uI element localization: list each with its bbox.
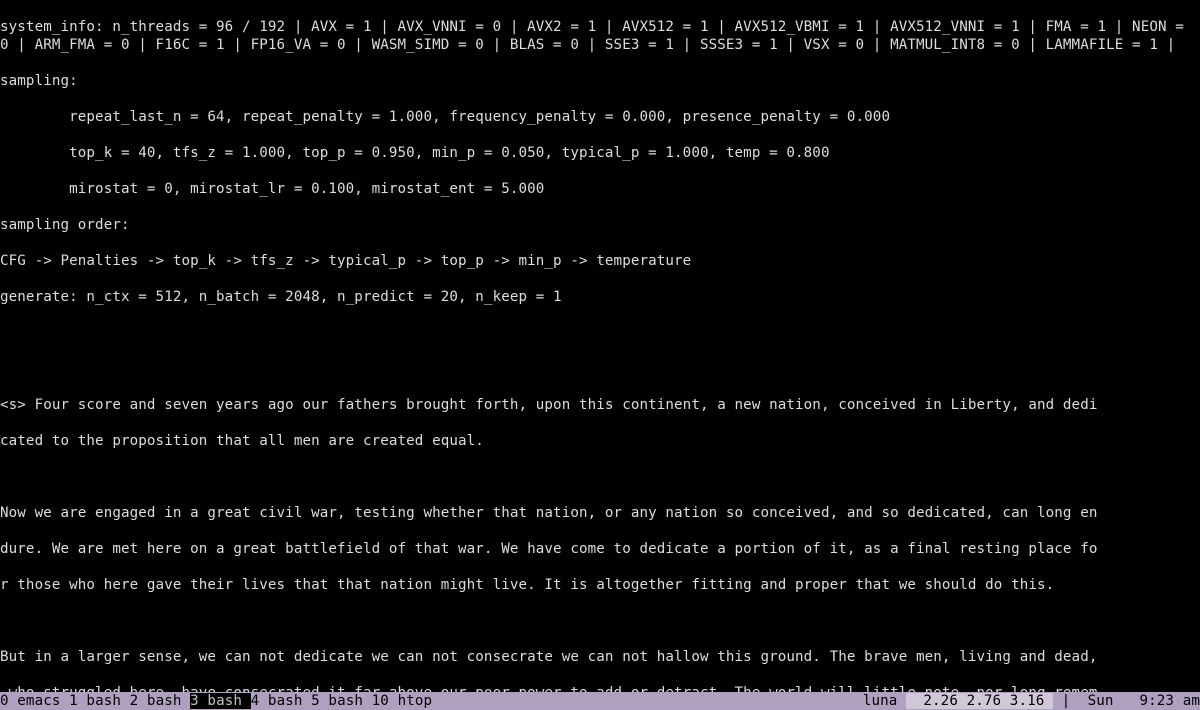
status-gap <box>1114 693 1140 709</box>
tmux-window[interactable]: 5 bash <box>311 693 372 709</box>
tmux-status-bar[interactable]: 0 emacs 1 bash 2 bash 3 bash 4 bash 5 ba… <box>0 692 1200 710</box>
status-host <box>854 693 863 709</box>
generation-text: r those who here gave their lives that t… <box>0 576 1200 594</box>
status-load-text: 2.26 2.76 3.16 <box>923 693 1044 709</box>
status-time-text: 9:23 am <box>1140 693 1200 709</box>
generation-text: <s> Four score and seven years ago our f… <box>0 396 1200 414</box>
sampling-line: top_k = 40, tfs_z = 1.000, top_p = 0.950… <box>0 144 1200 162</box>
sampling-line: mirostat = 0, mirostat_lr = 0.100, miros… <box>0 180 1200 198</box>
sampling-order-header: sampling order: <box>0 216 1200 234</box>
sampling-line: repeat_last_n = 64, repeat_penalty = 1.0… <box>0 108 1200 126</box>
tmux-window[interactable]: 0 emacs <box>0 693 69 709</box>
status-sep <box>897 693 906 709</box>
blank-line <box>0 612 1200 630</box>
generation-text: dure. We are met here on a great battlef… <box>0 540 1200 558</box>
tmux-window[interactable]: 3 bash <box>190 693 251 709</box>
blank-line <box>0 360 1200 378</box>
cfg-chain-line: CFG -> Penalties -> top_k -> tfs_z -> ty… <box>0 252 1200 270</box>
status-right: luna 2.26 2.76 3.16 | Sun 9:23 am <box>854 692 1200 710</box>
generation-text: cated to the proposition that all men ar… <box>0 432 1200 450</box>
tmux-window[interactable]: 2 bash <box>130 693 191 709</box>
status-day-text: Sun <box>1088 693 1114 709</box>
tmux-window[interactable]: 1 bash <box>69 693 130 709</box>
system-info-line: system_info: n_threads = 96 / 192 | AVX … <box>0 18 1200 54</box>
blank-line <box>0 468 1200 486</box>
sampling-header: sampling: <box>0 72 1200 90</box>
status-sep: | <box>1053 693 1079 709</box>
status-day <box>1079 693 1088 709</box>
blank-line <box>0 324 1200 342</box>
tmux-window[interactable]: 10 htop <box>372 693 441 709</box>
status-load: 2.26 2.76 3.16 <box>906 693 1053 709</box>
status-host-text: luna <box>863 693 898 709</box>
generation-text: Now we are engaged in a great civil war,… <box>0 504 1200 522</box>
tmux-window[interactable]: 4 bash <box>251 693 312 709</box>
terminal-output[interactable]: system_info: n_threads = 96 / 192 | AVX … <box>0 0 1200 710</box>
generation-text: But in a larger sense, we can not dedica… <box>0 648 1200 666</box>
generate-line: generate: n_ctx = 512, n_batch = 2048, n… <box>0 288 1200 306</box>
